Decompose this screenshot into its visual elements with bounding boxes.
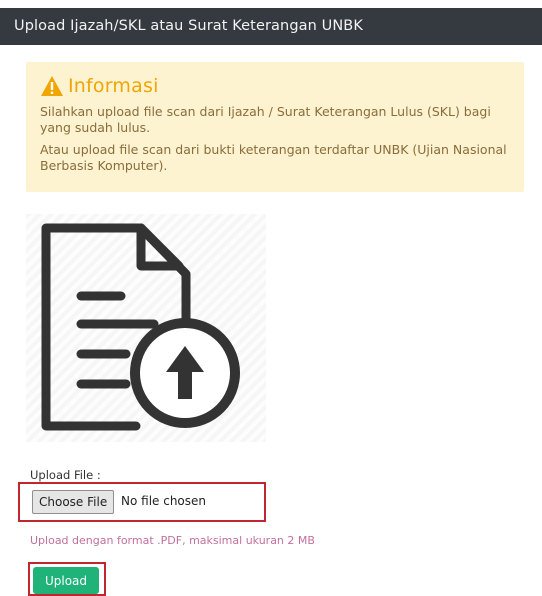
upload-button[interactable]: Upload [33, 567, 99, 594]
choose-file-button[interactable]: Choose File [32, 490, 115, 514]
document-preview [26, 214, 266, 442]
file-status-text: No file chosen [121, 494, 207, 508]
upload-file-label: Upload File : [30, 468, 101, 482]
page-title: Upload Ijazah/SKL atau Surat Keterangan … [14, 18, 363, 34]
alert-title: Informasi [68, 75, 159, 97]
alert-text-2: Atau upload file scan dari bukti keteran… [40, 142, 507, 173]
alert-text-1: Silahkan upload file scan dari Ijazah / … [40, 104, 491, 135]
page-header: Upload Ijazah/SKL atau Surat Keterangan … [0, 8, 542, 45]
document-upload-icon [41, 223, 240, 431]
upload-format-hint: Upload dengan format .PDF, maksimal ukur… [30, 534, 315, 547]
warning-triangle-icon [41, 76, 63, 96]
alert-title-row: Informasi [40, 72, 512, 100]
info-alert: Informasi Silahkan upload file scan dari… [26, 62, 524, 192]
